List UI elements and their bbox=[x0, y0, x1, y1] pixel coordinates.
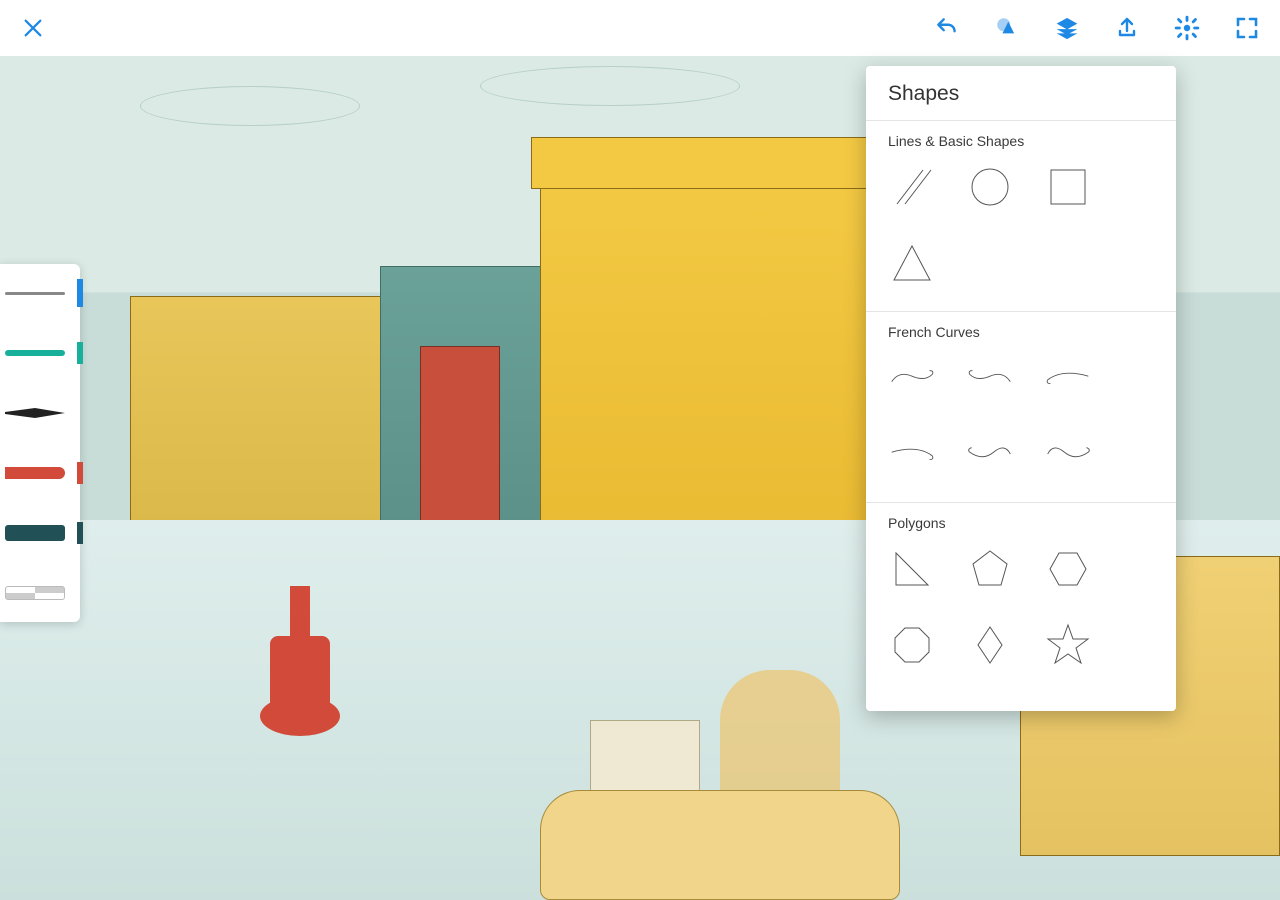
shape-french-curve-4[interactable] bbox=[888, 430, 936, 478]
brush-palette bbox=[0, 264, 80, 622]
brush-watercolor[interactable] bbox=[5, 522, 75, 544]
shape-right-triangle[interactable] bbox=[888, 545, 936, 593]
shape-hexagon[interactable] bbox=[1044, 545, 1092, 593]
shape-french-curve-3[interactable] bbox=[1044, 354, 1092, 402]
shape-french-curve-6[interactable] bbox=[1044, 430, 1092, 478]
section-basic-shapes: Lines & Basic Shapes bbox=[866, 121, 1176, 311]
shape-star[interactable] bbox=[1044, 621, 1092, 669]
brush-chisel-marker[interactable] bbox=[5, 462, 75, 484]
shape-square[interactable] bbox=[1044, 163, 1092, 211]
brush-fine-marker[interactable] bbox=[5, 342, 75, 364]
share-icon[interactable] bbox=[1112, 13, 1142, 43]
brush-ink-pen[interactable] bbox=[5, 402, 75, 424]
shape-triangle[interactable] bbox=[888, 239, 936, 287]
section-french-curves: French Curves bbox=[866, 312, 1176, 502]
brush-eraser[interactable] bbox=[5, 582, 75, 604]
brush-pencil[interactable] bbox=[5, 282, 75, 304]
canvas-artwork bbox=[140, 86, 360, 126]
fullscreen-icon[interactable] bbox=[1232, 13, 1262, 43]
shape-french-curve-1[interactable] bbox=[888, 354, 936, 402]
undo-icon[interactable] bbox=[932, 13, 962, 43]
shape-circle[interactable] bbox=[966, 163, 1014, 211]
shape-french-curve-2[interactable] bbox=[966, 354, 1014, 402]
close-button[interactable] bbox=[18, 13, 48, 43]
shape-octagon[interactable] bbox=[888, 621, 936, 669]
layers-icon[interactable] bbox=[1052, 13, 1082, 43]
settings-icon[interactable] bbox=[1172, 13, 1202, 43]
shape-parallel-lines[interactable] bbox=[888, 163, 936, 211]
shape-pentagon[interactable] bbox=[966, 545, 1014, 593]
popover-title: Shapes bbox=[866, 66, 1176, 120]
top-toolbar bbox=[0, 0, 1280, 56]
shapes-tool-icon[interactable] bbox=[992, 13, 1022, 43]
shape-french-curve-5[interactable] bbox=[966, 430, 1014, 478]
shape-rhombus[interactable] bbox=[966, 621, 1014, 669]
shapes-popover: Shapes Lines & Basic Shapes French Curve… bbox=[866, 66, 1176, 711]
section-polygons: Polygons bbox=[866, 503, 1176, 693]
